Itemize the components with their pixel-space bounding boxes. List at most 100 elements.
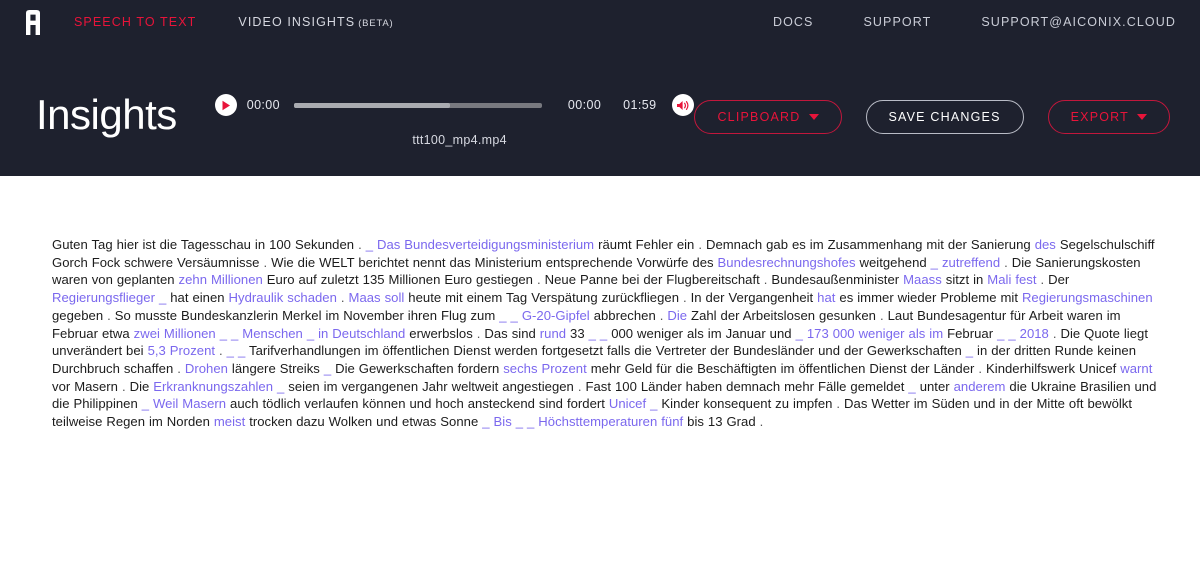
transcript-entity[interactable]: _ [227,343,234,358]
transcript-token: hat einen [170,290,225,306]
player-current-time: 00:00 [246,98,280,112]
transcript-token: . [659,307,664,323]
transcript-entity[interactable]: _ [511,308,518,323]
clipboard-button[interactable]: CLIPBOARD [694,100,842,134]
transcript-entity[interactable]: _ [589,326,596,341]
transcript-entity[interactable]: Maass [903,272,942,287]
transcript-entity[interactable]: Mali fest [987,272,1036,287]
transcript-entity[interactable]: G-20-Gipfel [522,308,590,323]
transcript-token: . [536,272,541,288]
player-progress-fill [294,102,451,108]
clipboard-button-label: CLIPBOARD [717,110,801,124]
transcript-token: . [358,237,362,252]
transcript-entity[interactable]: hat [817,290,835,305]
transcript-entity[interactable]: zwei Millionen [134,326,216,341]
transcript-entity[interactable]: des [1035,237,1056,252]
transcript-token: abbrechen [593,307,656,323]
transcript-entity[interactable]: _ [650,396,657,411]
transcript-token: Kinder konsequent zu impfen [661,396,833,412]
transcript-entity[interactable]: Unicef [609,396,646,411]
transcript-entity[interactable]: _ [231,326,238,341]
transcript-text[interactable]: Guten Tag hier ist die Tagesschau in 100… [52,236,1160,431]
transcript-token: seien im vergangenen Jahr weltweit anges… [288,378,574,394]
transcript-entity[interactable]: 173 000 weniger als im [807,326,943,341]
transcript-token: . [698,237,702,252]
transcript-entity[interactable]: zutreffend [942,255,1000,270]
transcript-entity[interactable]: Regierungsflieger [52,290,155,305]
transcript-token: Guten Tag hier ist die Tagesschau in 100… [52,237,355,252]
volume-on-icon[interactable] [672,94,695,116]
transcript-token: erwerbslos [409,325,473,341]
transcript-entity[interactable]: _ [482,414,489,429]
transcript-token: Neue Panne bei der Flugbereitschaft [544,272,760,288]
transcript-entity[interactable]: _ [516,414,523,429]
transcript-entity[interactable]: _ [796,326,803,341]
transcript-token: . [263,254,268,270]
transcript-entity[interactable]: warnt [1120,361,1152,376]
nav-link-support-email[interactable]: SUPPORT@AICONIX.CLOUD [981,15,1176,29]
transcript-entity[interactable]: zehn Millionen [179,272,263,287]
nav-link-docs[interactable]: DOCS [773,15,814,29]
export-button[interactable]: EXPORT [1047,100,1170,134]
transcript-token: . [978,360,983,376]
transcript-token: Wie die WELT berichtet nennt das Ministe… [271,254,714,270]
transcript-entity[interactable]: _ [238,343,245,358]
transcript-entity[interactable]: _ [277,379,284,394]
transcript-entity[interactable]: Bundesrechnungshofes [718,255,856,270]
nav-link-video-insights-label: VIDEO INSIGHTS [238,15,356,29]
secondary-nav-links: DOCS SUPPORT SUPPORT@AICONIX.CLOUD [773,15,1176,29]
transcript-token: In der Vergangenheit [690,290,814,306]
transcript-entity[interactable]: _ [600,326,607,341]
transcript-entity[interactable]: Die [667,308,687,323]
transcript-entity[interactable]: meist [214,414,245,429]
transcript-entity[interactable]: in Deutschland [318,326,405,341]
transcript-entity[interactable]: Regierungsmaschinen [1022,290,1153,305]
transcript-entity[interactable]: _ [220,326,227,341]
transcript-entity[interactable]: _ [159,290,166,305]
transcript-entity[interactable]: Menschen [242,326,303,341]
transcript-token: . [682,290,687,306]
transcript-entity[interactable]: _ [527,414,534,429]
transcript-entity[interactable]: Maas soll [349,290,405,305]
transcript-entity[interactable]: 2018 [1020,326,1049,341]
transcript-entity[interactable]: _ [931,255,938,270]
transcript-entity[interactable]: 5,3 Prozent [148,343,216,358]
nav-link-speech-to-text[interactable]: SPEECH TO TEXT [74,15,196,29]
transcript-entity[interactable]: _ [366,237,373,252]
media-player-controls: 00:00 00:00 01:59 [214,94,695,116]
transcript-entity[interactable]: Weil Masern [153,396,226,411]
player-elapsed-time: 00:00 [567,98,602,112]
transcript-entity[interactable]: _ [966,343,973,358]
transcript-entity[interactable]: _ [1008,326,1015,341]
transcript-entity[interactable]: _ [997,326,1004,341]
player-progress-slider[interactable] [294,102,542,108]
save-changes-button[interactable]: SAVE CHANGES [865,100,1024,134]
nav-link-video-insights[interactable]: VIDEO INSIGHTS (BETA) [238,15,393,29]
header-action-buttons: CLIPBOARD SAVE CHANGES EXPORT [694,82,1170,134]
transcript-token: . [759,414,764,430]
transcript-token: Der [1048,272,1070,288]
transcript-entity[interactable]: Bis [494,414,512,429]
transcript-token: Euro auf zuletzt 135 Millionen Euro gest… [266,272,533,288]
transcript-entity[interactable]: _ [499,308,506,323]
transcript-token: . [577,378,582,394]
transcript-entity[interactable]: anderem [954,379,1006,394]
transcript-entity[interactable]: Erkranknungszahlen [153,379,273,394]
transcript-entity[interactable]: _ [908,379,915,394]
transcript-entity[interactable]: rund [540,326,566,341]
aiconix-logo-icon[interactable] [18,7,48,37]
transcript-token: Tarifverhandlungen im öffentlichen Diens… [249,343,962,359]
transcript-token: heute mit einem Tag Verspätung zurückfli… [408,290,680,306]
transcript-entity[interactable]: Das Bundesverteidigungsministerium [377,237,594,252]
transcript-entity[interactable]: Höchsttemperaturen fünf [538,414,683,429]
transcript-entity[interactable]: Drohen [185,361,228,376]
nav-link-support[interactable]: SUPPORT [863,15,931,29]
transcript-entity[interactable]: _ [307,326,314,341]
transcript-token: . [1052,325,1057,341]
transcript-entity[interactable]: _ [142,396,149,411]
transcript-entity[interactable]: sechs Prozent [503,361,587,376]
transcript-entity[interactable]: Hydraulik schaden [229,290,337,305]
play-icon[interactable] [214,94,237,116]
transcript-entity[interactable]: _ [324,361,331,376]
export-button-label: EXPORT [1070,110,1129,124]
